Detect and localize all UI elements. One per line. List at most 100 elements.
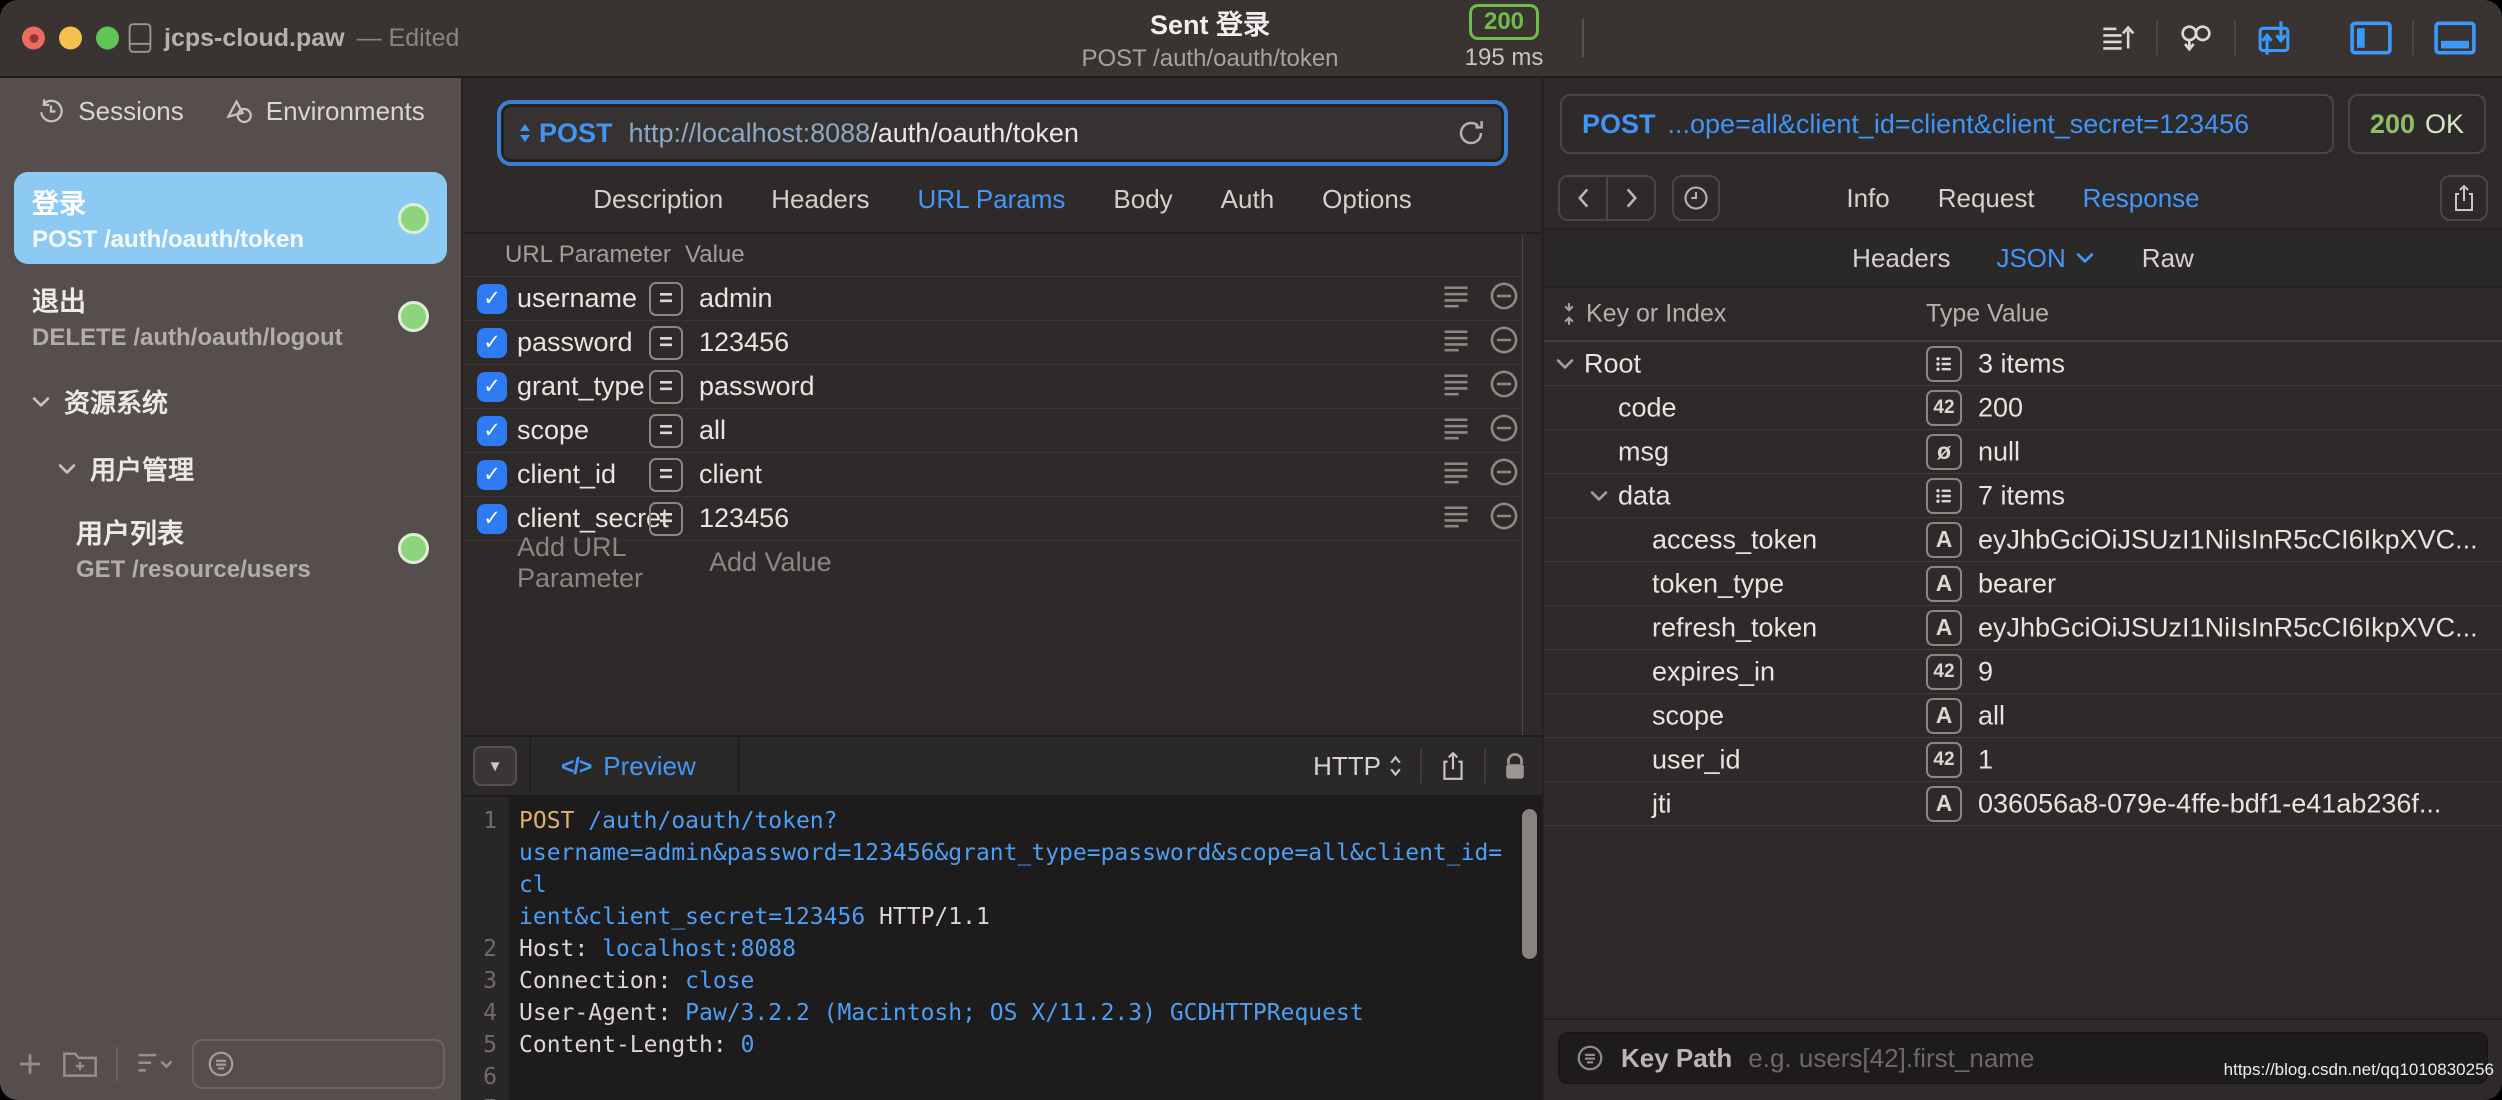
param-value[interactable]: password — [699, 371, 1542, 402]
add-url-parameter-button[interactable]: Add URL Parameter — [517, 532, 693, 594]
toggle-bottom-panel-button[interactable] — [2434, 21, 2476, 55]
ssl-lock-button[interactable] — [1504, 752, 1526, 781]
code-text: Content-Length: 0 — [509, 1029, 1542, 1061]
value-format-button[interactable] — [1442, 284, 1470, 313]
url-input[interactable]: POST http://localhost:8088/auth/oauth/to… — [497, 100, 1508, 166]
remove-param-button[interactable] — [1490, 502, 1518, 535]
tab-options[interactable]: Options — [1322, 184, 1412, 215]
json-tree-row[interactable]: Root3 items — [1544, 342, 2502, 386]
url-host: http://localhost:8088 — [629, 118, 871, 149]
param-name[interactable]: grant_type — [517, 371, 649, 402]
tab-description[interactable]: Description — [593, 184, 723, 215]
response-subtab-json[interactable]: JSON — [1996, 243, 2095, 274]
json-tree-row[interactable]: scopeAall — [1544, 694, 2502, 738]
zoom-button[interactable] — [96, 27, 119, 50]
sidebar-request-item[interactable]: 用户列表GET /resource/users — [58, 502, 447, 594]
json-tree-row[interactable]: code42200 — [1544, 386, 2502, 430]
environments-button[interactable]: Environments — [224, 96, 425, 127]
json-tree-row[interactable]: expires_in429 — [1544, 650, 2502, 694]
value-format-button[interactable] — [1442, 460, 1470, 489]
json-tree-row[interactable]: data7 items — [1544, 474, 2502, 518]
remove-param-button[interactable] — [1490, 282, 1518, 315]
share-preview-button[interactable] — [1440, 751, 1466, 781]
add-group-button[interactable] — [62, 1049, 98, 1079]
param-checkbox[interactable]: ✓ — [477, 460, 507, 490]
remove-param-button[interactable] — [1490, 326, 1518, 359]
sessions-button[interactable]: Sessions — [36, 96, 184, 127]
close-button[interactable] — [22, 27, 45, 50]
remove-param-button[interactable] — [1490, 370, 1518, 403]
document-proxy[interactable]: jcps-cloud.paw — Edited — [128, 23, 459, 53]
format-updown-icon — [1389, 754, 1402, 778]
sidebar-group-item[interactable]: 用户管理 — [0, 435, 461, 502]
sidebar-tabs: Sessions Environments — [0, 78, 461, 144]
add-request-button[interactable] — [16, 1050, 44, 1078]
params-scrollbar-track[interactable] — [1522, 234, 1542, 735]
add-value-button[interactable]: Add Value — [709, 547, 1542, 578]
param-value[interactable]: 123456 — [699, 327, 1542, 358]
param-checkbox[interactable]: ✓ — [477, 328, 507, 358]
cloud-sync-button[interactable] — [2256, 20, 2292, 56]
param-name[interactable]: scope — [517, 415, 649, 446]
tab-body[interactable]: Body — [1113, 184, 1172, 215]
param-value[interactable]: admin — [699, 283, 1542, 314]
value-format-button[interactable] — [1442, 328, 1470, 357]
response-subtab-headers[interactable]: Headers — [1852, 243, 1950, 274]
param-name[interactable]: password — [517, 327, 649, 358]
param-name[interactable]: client_secret — [517, 503, 649, 534]
code-text — [509, 1093, 1542, 1100]
tab-preview[interactable]: </> Preview — [531, 751, 726, 782]
tab-url-params[interactable]: URL Params — [918, 184, 1066, 215]
json-tree-row[interactable]: access_tokenAeyJhbGciOiJSUzI1NiIsInR5cCI… — [1544, 518, 2502, 562]
format-selector[interactable]: HTTP — [1313, 751, 1402, 782]
response-tab-info[interactable]: Info — [1846, 183, 1889, 214]
minimize-button[interactable] — [59, 27, 82, 50]
remove-param-button[interactable] — [1490, 458, 1518, 491]
json-value: bearer — [1978, 568, 2488, 599]
toggle-sidebar-button[interactable] — [2350, 21, 2392, 55]
param-checkbox[interactable]: ✓ — [477, 416, 507, 446]
collapse-all-button[interactable] — [1556, 301, 1582, 327]
value-format-button[interactable] — [1442, 416, 1470, 445]
json-tree-row[interactable]: msgønull — [1544, 430, 2502, 474]
response-nav: Info Request Response — [1544, 168, 2502, 228]
value-format-button[interactable] — [1442, 372, 1470, 401]
export-button[interactable] — [2102, 22, 2136, 54]
remove-param-button[interactable] — [1490, 414, 1518, 447]
environments-label: Environments — [266, 96, 425, 127]
json-tree-row[interactable]: jtiA036056a8-079e-4ffe-bdf1-e41ab236f... — [1544, 782, 2502, 826]
tab-auth[interactable]: Auth — [1221, 184, 1275, 215]
response-subtab-raw[interactable]: Raw — [2142, 243, 2194, 274]
param-name[interactable]: username — [517, 283, 649, 314]
panel-mode-dropdown[interactable]: ▼ — [473, 746, 517, 786]
chevron-down-icon[interactable] — [1588, 485, 1610, 507]
sidebar-request-item[interactable]: 登录POST /auth/oauth/token — [14, 172, 447, 264]
resend-button[interactable] — [1456, 118, 1486, 148]
param-checkbox[interactable]: ✓ — [477, 504, 507, 534]
param-value[interactable]: client — [699, 459, 1542, 490]
response-request-summary[interactable]: POST ...ope=all&client_id=client&client_… — [1560, 94, 2334, 154]
http-preview-code[interactable]: 1POST /auth/oauth/token? username=admin&… — [463, 797, 1542, 1100]
sort-options-button[interactable] — [136, 1050, 174, 1078]
preview-separator — [1484, 749, 1486, 783]
chevron-down-icon[interactable] — [1554, 353, 1576, 375]
sidebar-request-item[interactable]: 退出DELETE /auth/oauth/logout — [14, 270, 447, 362]
param-checkbox[interactable]: ✓ — [477, 284, 507, 314]
value-format-button[interactable] — [1442, 504, 1470, 533]
response-tab-response[interactable]: Response — [2083, 183, 2200, 214]
code-scrollbar-thumb[interactable] — [1522, 809, 1537, 959]
param-value[interactable]: 123456 — [699, 503, 1542, 534]
json-tree-row[interactable]: token_typeAbearer — [1544, 562, 2502, 606]
sync-button[interactable] — [2178, 22, 2214, 54]
export-response-button[interactable] — [2440, 175, 2488, 221]
param-name[interactable]: client_id — [517, 459, 649, 490]
param-value[interactable]: all — [699, 415, 1542, 446]
param-checkbox[interactable]: ✓ — [477, 372, 507, 402]
tab-headers[interactable]: Headers — [771, 184, 869, 215]
filter-requests-input[interactable] — [192, 1039, 445, 1089]
json-tree-row[interactable]: user_id421 — [1544, 738, 2502, 782]
response-tab-request[interactable]: Request — [1938, 183, 2035, 214]
json-tree-row[interactable]: refresh_tokenAeyJhbGciOiJSUzI1NiIsInR5cC… — [1544, 606, 2502, 650]
method-selector[interactable]: POST — [519, 118, 613, 149]
sidebar-group-item[interactable]: 资源系统 — [0, 368, 461, 435]
